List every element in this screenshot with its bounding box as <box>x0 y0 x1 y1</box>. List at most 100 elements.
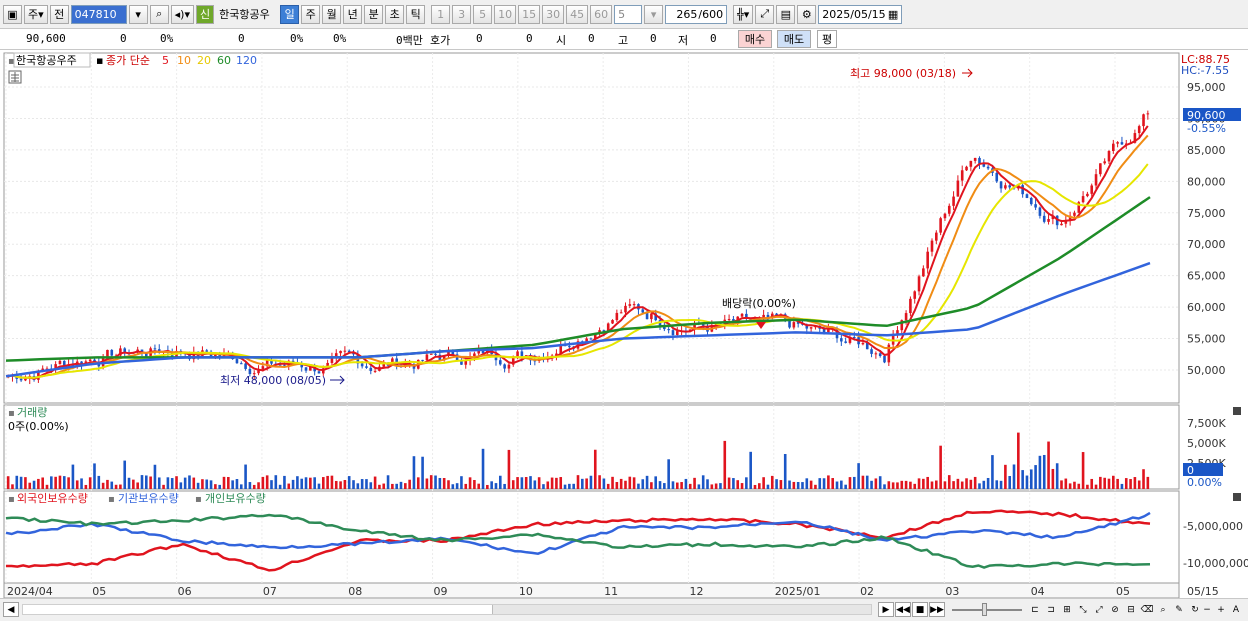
volume-bar <box>1064 478 1068 489</box>
volume-bar <box>1137 480 1141 489</box>
volume-bar <box>1129 479 1132 489</box>
candle-body <box>999 181 1003 189</box>
compare-icon[interactable]: ⊟ <box>1123 602 1139 617</box>
interval-10[interactable]: 10 <box>494 4 517 24</box>
volume-bar <box>80 478 83 489</box>
candle-body <box>24 378 27 381</box>
candle-body <box>995 172 999 182</box>
period-tick[interactable]: 틱 <box>406 4 426 24</box>
period-second[interactable]: 초 <box>385 4 405 24</box>
candle-body <box>969 160 973 167</box>
scroll-track[interactable] <box>22 604 872 615</box>
volume-bar <box>41 477 44 489</box>
volume-bar <box>227 476 230 489</box>
volume-bar <box>382 483 386 489</box>
candle-body <box>343 350 347 352</box>
count-field[interactable]: 265/600 <box>665 4 728 24</box>
volume-close-icon[interactable] <box>1233 407 1241 415</box>
search-zoom-icon[interactable]: ⌕ <box>1155 602 1171 617</box>
volume-bar <box>848 477 852 489</box>
cross-icon[interactable]: ⊞ <box>1059 602 1075 617</box>
candle-body <box>956 180 960 197</box>
candle-body <box>1090 185 1094 194</box>
scroll-right-icon[interactable]: ▶ <box>878 602 894 617</box>
avg-button[interactable]: 평 <box>817 30 837 48</box>
interval-1[interactable]: 1 <box>431 4 451 24</box>
candle-body <box>1120 142 1124 145</box>
holding-close-icon[interactable] <box>1233 493 1241 501</box>
volume-bar <box>481 448 485 489</box>
candle-body <box>667 329 670 331</box>
volume-ytick-1: 7,500K <box>1187 417 1226 430</box>
interval-dropdown-icon[interactable]: ▾ <box>644 4 664 24</box>
zoom-in-icon[interactable]: + <box>1213 602 1229 617</box>
gear-icon[interactable]: ⚙ <box>797 4 817 24</box>
zoom-slider[interactable] <box>952 609 1022 611</box>
volume-bar <box>214 484 217 489</box>
scroll-left-icon[interactable]: ◀ <box>3 602 19 617</box>
volume-bar <box>503 483 506 489</box>
indicator-icon[interactable]: ╬▾ <box>733 4 754 24</box>
volume-bar <box>166 477 170 489</box>
period-month[interactable]: 월 <box>322 4 342 24</box>
sell-button[interactable]: 매도 <box>777 30 811 48</box>
volume-bar <box>209 480 213 489</box>
period-day[interactable]: 일 <box>280 4 300 24</box>
interval-30[interactable]: 30 <box>542 4 565 24</box>
volume-bar <box>313 477 316 489</box>
date-field[interactable]: 2025/05/15 ▦ <box>818 4 903 24</box>
scroll-thumb[interactable] <box>23 605 493 614</box>
volume-bar <box>425 478 429 489</box>
view2-icon[interactable]: ⊐ <box>1043 602 1059 617</box>
interval-3[interactable]: 3 <box>452 4 472 24</box>
auto-icon[interactable]: A <box>1228 602 1244 617</box>
stock-code-input[interactable]: 047810 <box>70 4 127 24</box>
chart-area[interactable]: ▪ 한국항공우주 ▪ 종가 단순 5 10 20 60 120 최고 98,00… <box>0 50 1248 598</box>
volume-bar <box>922 478 925 489</box>
volume-bar <box>32 480 36 489</box>
stop-icon[interactable]: ■ <box>912 602 928 617</box>
period-year[interactable]: 년 <box>343 4 363 24</box>
price-ytick: 85,000 <box>1187 144 1226 157</box>
holding-panel[interactable] <box>3 490 1180 584</box>
candle-body <box>473 353 476 357</box>
eraser-icon[interactable]: ⌫ <box>1139 602 1155 617</box>
dropdown-icon[interactable]: ▾ <box>128 4 148 24</box>
calendar-icon[interactable]: ▦ <box>888 8 898 21</box>
candle-body <box>1034 204 1037 208</box>
layout-icon[interactable]: ▣ <box>3 4 22 24</box>
view1-icon[interactable]: ⊏ <box>1027 602 1043 617</box>
speaker-icon[interactable]: ◂)▾ <box>170 4 194 24</box>
interval-45[interactable]: 45 <box>566 4 589 24</box>
volume-bar <box>421 456 424 489</box>
volume-bar <box>416 477 420 489</box>
volume-bar <box>563 484 567 489</box>
candle-body <box>943 213 947 219</box>
search-icon[interactable]: ⌕ <box>149 4 169 24</box>
volume-bar <box>991 455 994 489</box>
interval-input[interactable]: 5 <box>614 4 643 24</box>
rewind-icon[interactable]: ◀◀ <box>895 602 911 617</box>
buy-button[interactable]: 매수 <box>738 30 772 48</box>
line-tool-icon[interactable]: ⤡ <box>1075 602 1091 617</box>
volume-bar <box>606 483 610 489</box>
save-icon[interactable]: ▤ <box>776 4 796 24</box>
forward-icon[interactable]: ▶▶ <box>929 602 945 617</box>
period-week[interactable]: 주 <box>301 4 321 24</box>
dividend-annotation: 배당락(0.00%) <box>722 297 796 310</box>
interval-15[interactable]: 15 <box>518 4 541 24</box>
zoom-icon[interactable]: ⊘ <box>1107 602 1123 617</box>
draw-icon[interactable]: ⤢ <box>755 4 775 24</box>
volume-bar <box>1017 432 1020 489</box>
volume-bar <box>399 481 403 489</box>
prev-button[interactable]: 전 <box>49 4 69 24</box>
zoom-slider-handle[interactable] <box>982 603 987 616</box>
interval-5[interactable]: 5 <box>473 4 493 24</box>
volume-bar <box>809 480 813 489</box>
period-minute[interactable]: 분 <box>364 4 384 24</box>
trend-icon[interactable]: ⤢ <box>1091 602 1107 617</box>
interval-60[interactable]: 60 <box>590 4 613 24</box>
chart-type-select[interactable]: 주 ▾ <box>24 4 48 24</box>
pen-icon[interactable]: ✎ <box>1171 602 1187 617</box>
candle-body <box>58 360 62 365</box>
